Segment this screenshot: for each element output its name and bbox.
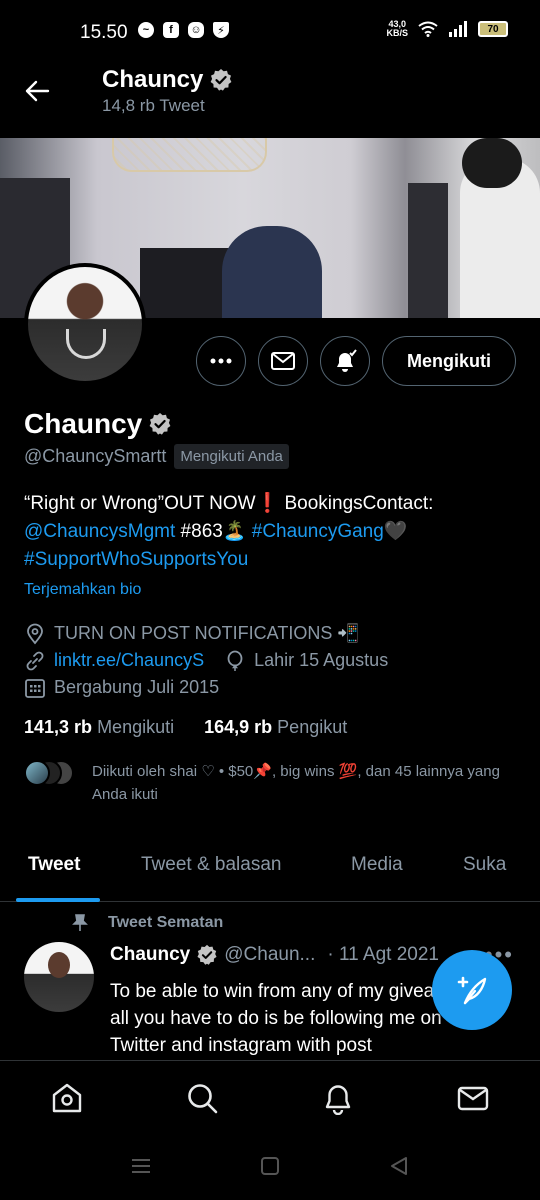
bio-mention-link[interactable]: @ChauncysMgmt	[24, 521, 175, 542]
bottom-navigation	[0, 1060, 540, 1136]
follows-you-badge: Mengikuti Anda	[174, 444, 289, 469]
header-name: Chauncy	[102, 66, 204, 93]
location-row: TURN ON POST NOTIFICATIONS 📲	[24, 620, 388, 647]
back-arrow-icon[interactable]	[24, 78, 50, 104]
profile-bio: “Right or Wrong”OUT NOW❗ BookingsContact…	[24, 490, 524, 574]
location-pin-icon	[27, 623, 43, 644]
banner-decor	[140, 248, 235, 318]
messages-mail-icon[interactable]	[456, 1081, 490, 1115]
notifications-button[interactable]	[320, 336, 370, 386]
battery-icon: 70	[478, 21, 508, 37]
bio-text: “Right or Wrong”OUT NOW❗ BookingsContact…	[24, 493, 434, 514]
website-birthday-row: linktr.ee/ChauncyS Lahir 15 Agustus	[24, 647, 388, 674]
banner-lamp	[112, 138, 267, 172]
wifi-icon	[418, 21, 438, 37]
system-navigation-bar	[0, 1136, 540, 1200]
header-title: Chauncy	[102, 66, 233, 94]
pin-icon	[72, 914, 88, 931]
tab-tweet-replies[interactable]: Tweet & balasan	[141, 854, 281, 876]
more-dots-icon	[210, 358, 232, 364]
profile-header-bar: Chauncy 14,8 rb Tweet	[0, 66, 540, 136]
signal-icon	[449, 21, 467, 37]
mail-icon	[271, 352, 295, 370]
compose-feather-icon	[457, 976, 487, 1005]
avatar-detail	[66, 329, 106, 359]
message-button[interactable]	[258, 336, 308, 386]
verified-badge-icon	[210, 69, 232, 91]
verified-badge-icon	[149, 413, 171, 435]
pinned-label-text: Tweet Sematan	[108, 914, 224, 931]
net-speed-unit: KB/S	[386, 28, 408, 38]
active-tab-indicator	[16, 898, 100, 902]
compose-tweet-button[interactable]	[432, 950, 512, 1030]
status-notification-icons: ~ f ☺ ⚡	[138, 22, 229, 38]
pinned-tweet-label: Tweet Sematan	[72, 914, 223, 932]
shield-icon: ⚡	[213, 22, 229, 38]
follow-counts: 141,3 rb Mengikuti 164,9 rb Pengikut	[24, 717, 347, 738]
profile-handle: @ChauncySmartt	[24, 446, 167, 466]
status-bar: 15.50 ~ f ☺ ⚡ 43,0 KB/S 70	[0, 0, 540, 66]
translate-bio-link[interactable]: Terjemahkan bio	[24, 581, 141, 599]
facebook-icon: f	[163, 22, 179, 38]
verified-badge-icon	[197, 944, 217, 965]
home-icon[interactable]	[50, 1081, 84, 1115]
profile-avatar[interactable]	[24, 263, 146, 385]
net-speed: 43,0 KB/S	[386, 20, 408, 38]
status-time: 15.50	[80, 22, 128, 43]
tweet-date: · 11 Agt 2021	[327, 944, 439, 965]
balloon-icon	[227, 650, 243, 671]
profile-birthday: Lahir 15 Agustus	[254, 650, 389, 670]
profile-tabs: Tweet Tweet & balasan Media Suka	[0, 838, 540, 902]
bell-check-icon	[337, 349, 357, 372]
tab-media[interactable]: Media	[351, 854, 403, 876]
profile-name-row: Chauncy	[24, 408, 172, 440]
tab-tweet[interactable]: Tweet	[28, 854, 80, 876]
followers-count-link[interactable]: 164,9 rb Pengikut	[204, 717, 347, 738]
tweet-author-avatar[interactable]	[24, 942, 94, 1012]
back-triangle-icon[interactable]	[389, 1156, 409, 1176]
profile-joined: Bergabung Juli 2015	[54, 677, 220, 697]
bio-hashtag-link[interactable]: #SupportWhoSupportsYou	[24, 549, 248, 570]
bio-hashtag-link[interactable]: #ChauncyGang	[252, 521, 384, 542]
mini-avatar	[24, 760, 50, 786]
messenger-icon: ~	[138, 22, 154, 38]
app-icon: ☺	[188, 22, 204, 38]
header-tweet-count: 14,8 rb Tweet	[102, 96, 205, 115]
followers-count: 164,9 rb	[204, 717, 273, 737]
notifications-bell-icon[interactable]	[321, 1081, 355, 1115]
following-count: 141,3 rb	[24, 717, 93, 737]
home-square-icon[interactable]	[260, 1156, 280, 1176]
recent-apps-icon[interactable]	[131, 1156, 151, 1176]
followers-label: Pengikut	[277, 717, 348, 737]
battery-level: 70	[487, 23, 499, 35]
more-options-button[interactable]	[196, 336, 246, 386]
following-button[interactable]: Mengikuti	[382, 336, 516, 386]
tweet-author-handle: @Chaun...	[224, 944, 316, 965]
followed-by-avatars	[24, 760, 78, 788]
followed-by-row[interactable]: Diikuti oleh shai ♡ • $50📌, big wins 💯, …	[24, 760, 512, 806]
profile-location: TURN ON POST NOTIFICATIONS 📲	[54, 623, 360, 643]
profile-meta: TURN ON POST NOTIFICATIONS 📲 linktr.ee/C…	[24, 620, 388, 701]
profile-name: Chauncy	[24, 408, 143, 439]
joined-row: Bergabung Juli 2015	[24, 674, 388, 701]
search-icon[interactable]	[185, 1081, 219, 1115]
banner-decor	[462, 138, 522, 188]
following-label: Mengikuti	[97, 717, 175, 737]
profile-website-link[interactable]: linktr.ee/ChauncyS	[54, 647, 204, 674]
link-icon	[26, 651, 44, 670]
tweet-author-name[interactable]: Chauncy	[110, 944, 190, 966]
bio-text: 🖤	[383, 521, 408, 542]
banner-decor	[408, 183, 448, 318]
following-count-link[interactable]: 141,3 rb Mengikuti	[24, 717, 174, 738]
bio-text: #863🏝️	[175, 521, 252, 542]
profile-handle-row: @ChauncySmartt Mengikuti Anda	[24, 444, 289, 469]
banner-decor	[222, 226, 322, 318]
profile-actions: Mengikuti	[196, 336, 516, 386]
tab-likes[interactable]: Suka	[463, 854, 506, 876]
followed-by-text: Diikuti oleh shai ♡ • $50📌, big wins 💯, …	[92, 763, 500, 803]
status-right: 43,0 KB/S 70	[386, 20, 508, 38]
calendar-icon	[25, 678, 45, 698]
